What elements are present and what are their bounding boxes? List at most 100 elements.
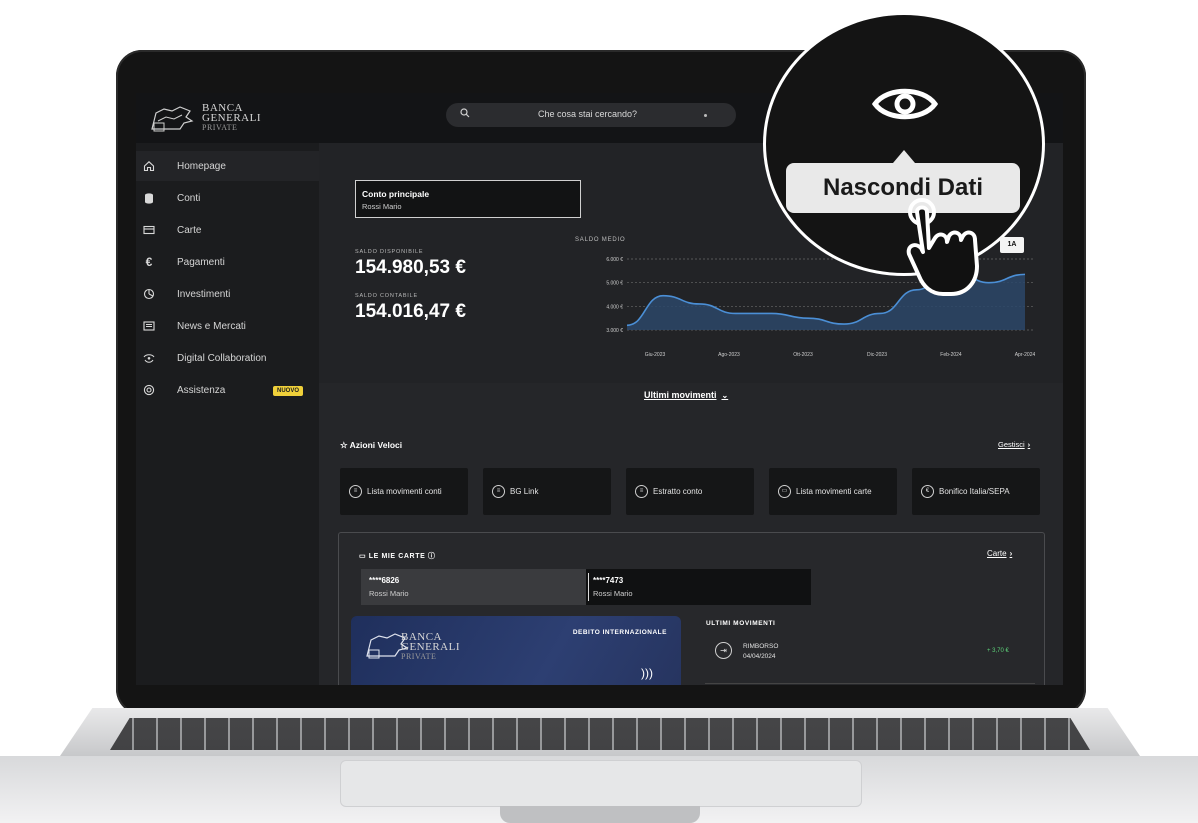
link-icon: ≡ xyxy=(492,485,505,498)
movement-amount: + 3,70 € xyxy=(987,648,1009,654)
available-balance-label: SALDO DISPONIBILE xyxy=(355,249,424,255)
help-icon[interactable]: ⓘ xyxy=(428,553,436,560)
sidebar-item-homepage[interactable]: Homepage xyxy=(136,151,319,181)
movement-label: RIMBORSO xyxy=(743,643,779,650)
sidebar-item-pagamenti[interactable]: € Pagamenti xyxy=(136,247,319,277)
quick-action-label: Bonifico Italia/SEPA xyxy=(939,487,1010,496)
euro-icon: € xyxy=(145,255,153,269)
card-owner: Rossi Mario xyxy=(593,589,633,598)
cards-link[interactable]: Carte › xyxy=(987,549,1012,558)
latest-movements-link[interactable]: Ultimi movimenti ⌄ xyxy=(644,390,728,400)
euro-icon: € xyxy=(921,485,934,498)
quick-action-lista-movimenti-carte[interactable]: ▭ Lista movimenti carte xyxy=(769,468,897,515)
card-selector: ****6826 Rossi Mario ****7473 Rossi Mari… xyxy=(361,569,811,605)
contactless-icon: ))) xyxy=(641,666,653,680)
account-owner: Rossi Mario xyxy=(362,202,402,211)
pointing-hand-icon xyxy=(906,198,979,296)
collaboration-icon xyxy=(143,354,155,363)
sidebar-item-assistenza[interactable]: Assistenza NUOVO xyxy=(136,375,319,405)
x-tick-label: Ago-2023 xyxy=(718,352,740,358)
sidebar-item-label: Digital Collaboration xyxy=(177,353,267,364)
support-icon xyxy=(143,384,155,396)
quick-action-estratto-conto[interactable]: ≡ Estratto conto xyxy=(626,468,754,515)
card-icon: ▭ xyxy=(778,485,791,498)
sidebar-item-carte[interactable]: Carte xyxy=(136,215,319,245)
brand-line-3: PRIVATE xyxy=(401,652,437,661)
my-cards-label: LE MIE CARTE xyxy=(368,553,426,560)
laptop-keyboard xyxy=(110,718,1090,750)
accounting-balance: 154.016,47 € xyxy=(355,301,466,322)
chevron-down-icon: ⌄ xyxy=(721,391,729,400)
brand-name: BANCA GENERALI PRIVATE xyxy=(202,103,261,133)
range-1y-button[interactable]: 1A xyxy=(1000,237,1024,253)
statement-icon: ≡ xyxy=(635,485,648,498)
x-tick-label: Feb-2024 xyxy=(940,352,962,358)
sidebar: Homepage Conti Carte € Pagamenti Investi… xyxy=(136,143,319,685)
chevron-right-icon: › xyxy=(1027,440,1031,449)
chevron-right-icon: › xyxy=(1009,549,1013,558)
card-number: ****7473 xyxy=(593,576,624,585)
x-tick-label: Dic-2023 xyxy=(867,352,887,358)
debit-card-image[interactable]: BANCA GENERALI PRIVATE DEBITO INTERNAZIO… xyxy=(351,616,681,685)
x-tick-label: Ott-2023 xyxy=(793,352,813,358)
card-icon xyxy=(143,225,155,235)
brand-line-2: GENERALI xyxy=(202,112,261,124)
tooltip-arrow xyxy=(893,150,915,163)
list-icon: ≡ xyxy=(349,485,362,498)
sidebar-item-label: Conti xyxy=(177,193,201,204)
sidebar-item-label: Carte xyxy=(177,225,202,236)
card-owner: Rossi Mario xyxy=(369,589,409,598)
manage-label: Gestisci xyxy=(998,440,1025,449)
search-input[interactable]: Che cosa stai cercando? xyxy=(446,103,736,127)
sidebar-item-label: News e Mercati xyxy=(177,321,246,332)
search-dot-icon xyxy=(704,114,707,117)
laptop-trackpad xyxy=(340,760,862,807)
quick-action-label: Estratto conto xyxy=(653,487,703,496)
latest-movements-title: ULTIMI MOVIMENTI xyxy=(706,620,776,627)
brand-line-2: GENERALI xyxy=(401,641,460,653)
card-brand: BANCA GENERALI PRIVATE xyxy=(401,632,460,662)
new-badge: NUOVO xyxy=(273,386,304,396)
x-tick-label: Apr-2024 xyxy=(1015,352,1035,358)
investment-icon xyxy=(143,288,155,300)
refund-icon: ⇥ xyxy=(715,642,732,659)
card-type: DEBITO INTERNAZIONALE xyxy=(572,629,667,636)
y-tick-label: 4.000 € xyxy=(606,304,623,310)
quick-actions-label: Azioni Veloci xyxy=(349,440,403,450)
sidebar-item-investimenti[interactable]: Investimenti xyxy=(136,279,319,309)
movement-date: 04/04/2024 xyxy=(743,653,776,660)
sidebar-item-conti[interactable]: Conti xyxy=(136,183,319,213)
sidebar-item-label: Investimenti xyxy=(177,289,231,300)
card-tab-7473[interactable]: ****7473 Rossi Mario xyxy=(589,569,811,605)
eye-icon[interactable] xyxy=(869,83,941,125)
lion-logo-icon xyxy=(151,106,194,132)
card-number: ****6826 xyxy=(369,576,400,585)
quick-action-label: Lista movimenti carte xyxy=(796,487,872,496)
accounting-balance-label: SALDO CONTABILE xyxy=(355,293,418,299)
my-cards-title: ▭ LE MIE CARTE ⓘ xyxy=(359,553,436,560)
account-selector[interactable]: Conto principale Rossi Mario xyxy=(355,180,581,218)
quick-actions-title: ☆ Azioni Veloci xyxy=(340,440,403,450)
sidebar-item-label: Assistenza xyxy=(177,385,226,396)
sidebar-item-label: Homepage xyxy=(177,161,226,172)
newspaper-icon xyxy=(143,321,155,331)
y-tick-label: 5.000 € xyxy=(606,281,623,287)
cards-link-label: Carte xyxy=(987,549,1007,558)
divider xyxy=(705,683,1035,684)
quick-action-bg-link[interactable]: ≡ BG Link xyxy=(483,468,611,515)
sidebar-item-news[interactable]: News e Mercati xyxy=(136,311,319,341)
y-tick-label: 6.000 € xyxy=(606,257,623,263)
latest-movements-label: Ultimi movimenti xyxy=(644,390,717,400)
brand-logo[interactable]: BANCA GENERALI PRIVATE xyxy=(150,101,290,135)
manage-link[interactable]: Gestisci › xyxy=(998,440,1030,449)
account-name: Conto principale xyxy=(362,189,430,199)
available-balance: 154.980,53 € xyxy=(355,257,466,278)
quick-action-lista-movimenti-conti[interactable]: ≡ Lista movimenti conti xyxy=(340,468,468,515)
database-icon xyxy=(145,193,153,204)
card-tab-6826[interactable]: ****6826 Rossi Mario xyxy=(361,569,586,605)
sidebar-item-digital-collaboration[interactable]: Digital Collaboration xyxy=(136,343,319,373)
search-placeholder: Che cosa stai cercando? xyxy=(538,109,638,119)
brand-line-3: PRIVATE xyxy=(202,123,238,132)
quick-action-label: BG Link xyxy=(510,487,539,496)
quick-action-bonifico[interactable]: € Bonifico Italia/SEPA xyxy=(912,468,1040,515)
